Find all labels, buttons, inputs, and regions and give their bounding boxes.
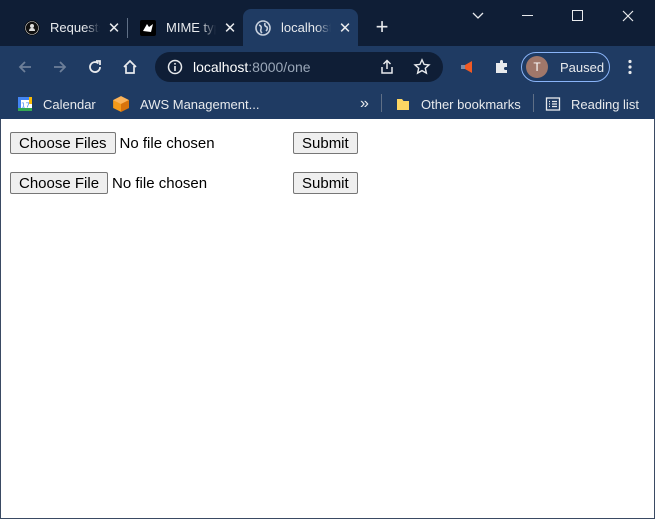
address-bar[interactable]: localhost:8000/one xyxy=(155,52,443,82)
calendar-icon: 17 xyxy=(18,97,32,111)
browser-toolbar: localhost:8000/one T Paused xyxy=(0,46,655,88)
folder-icon xyxy=(397,99,409,110)
aws-cube-icon xyxy=(113,96,129,112)
reload-icon xyxy=(89,60,101,73)
extension-button[interactable] xyxy=(453,53,481,81)
info-icon[interactable] xyxy=(167,59,183,75)
title-bar: Requests ✕ MIME types ✕ localhost ✕ + xyxy=(0,0,655,46)
file-status: No file chosen xyxy=(112,174,208,192)
profile-status: Paused xyxy=(560,59,605,75)
other-bookmarks[interactable]: Other bookmarks xyxy=(395,93,521,115)
megaphone-icon xyxy=(461,61,472,73)
tab-title: MIME types xyxy=(166,20,216,35)
submit-button[interactable]: Submit xyxy=(293,172,358,194)
bookmarks-bar: 17 Calendar AWS Management... » Other bo… xyxy=(0,88,655,119)
profile-button[interactable]: T Paused xyxy=(521,52,610,82)
menu-button[interactable] xyxy=(616,53,644,81)
bookmark-divider xyxy=(381,94,382,112)
share-icon[interactable] xyxy=(378,58,396,76)
page-content: Choose Files No file chosen Submit Choos… xyxy=(0,119,655,519)
chevron-down-icon xyxy=(472,12,484,19)
mdn-icon xyxy=(140,19,156,36)
back-button[interactable] xyxy=(11,53,39,81)
maximize-button[interactable] xyxy=(553,0,603,32)
home-button[interactable] xyxy=(116,53,144,81)
bookmark-aws[interactable]: AWS Management... xyxy=(112,93,259,115)
reload-button[interactable] xyxy=(81,53,109,81)
arrow-right-icon xyxy=(54,61,67,73)
puzzle-icon xyxy=(496,60,507,73)
forward-button[interactable] xyxy=(46,53,74,81)
minimize-icon xyxy=(522,15,533,16)
tab-title: Requests xyxy=(50,20,100,35)
bookmark-label: AWS Management... xyxy=(140,96,260,112)
avatar: T xyxy=(526,56,548,78)
minimize-button[interactable] xyxy=(503,0,553,32)
upload-form-single: Choose File No file chosen xyxy=(10,172,207,194)
close-tab-icon[interactable]: ✕ xyxy=(222,20,238,37)
github-icon xyxy=(24,20,40,35)
tab-mime-types[interactable]: MIME types ✕ xyxy=(128,9,242,46)
bookmark-calendar[interactable]: 17 Calendar xyxy=(17,93,96,115)
home-icon xyxy=(123,59,137,74)
maximize-icon xyxy=(572,10,583,21)
url-host: localhost xyxy=(193,59,249,75)
arrow-left-icon xyxy=(18,61,31,73)
window-close-button[interactable] xyxy=(603,0,653,32)
choose-files-button[interactable]: Choose Files xyxy=(10,132,116,154)
svg-text:17: 17 xyxy=(21,102,30,110)
file-status: No file chosen xyxy=(119,134,215,152)
reading-list[interactable]: Reading list xyxy=(545,93,639,115)
extensions-button[interactable] xyxy=(488,53,516,81)
reading-list-icon xyxy=(545,97,561,111)
url-path: :8000/one xyxy=(248,59,311,75)
tab-search-button[interactable] xyxy=(453,0,503,32)
tab-localhost[interactable]: localhost ✕ xyxy=(243,9,358,46)
submit-button[interactable]: Submit xyxy=(293,132,358,154)
choose-file-button[interactable]: Choose File xyxy=(10,172,109,194)
upload-form-multiple: Choose Files No file chosen xyxy=(10,132,215,154)
other-bookmarks-label: Other bookmarks xyxy=(421,96,521,112)
close-icon xyxy=(622,10,634,22)
bookmark-star-icon[interactable] xyxy=(413,58,431,76)
kebab-menu-icon xyxy=(628,59,632,75)
reading-list-label: Reading list xyxy=(571,96,639,112)
bookmarks-overflow-button[interactable]: » xyxy=(360,93,369,115)
tab-title: localhost xyxy=(281,20,331,35)
close-tab-icon[interactable]: ✕ xyxy=(106,20,122,37)
bookmark-divider xyxy=(533,94,534,112)
close-tab-icon[interactable]: ✕ xyxy=(337,20,353,37)
tab-requests[interactable]: Requests ✕ xyxy=(12,9,127,46)
new-tab-button[interactable]: + xyxy=(370,16,394,40)
globe-icon xyxy=(255,19,271,36)
bookmark-label: Calendar xyxy=(43,96,96,112)
